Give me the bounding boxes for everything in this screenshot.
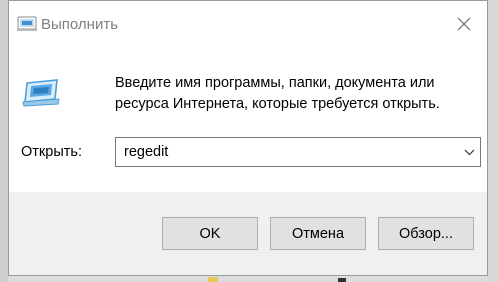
title-bar[interactable]: Выполнить: [9, 1, 487, 47]
dropdown-button[interactable]: [458, 138, 480, 166]
cancel-button[interactable]: Отмена: [270, 217, 366, 250]
open-input[interactable]: regedit: [124, 144, 168, 160]
open-label: Открыть:: [21, 144, 82, 160]
description-line-2: ресурса Интернета, которые требуется отк…: [115, 96, 440, 112]
close-button[interactable]: [441, 1, 487, 47]
button-bar: OK Отмена Обзор...: [9, 192, 487, 275]
ok-button[interactable]: OK: [162, 217, 258, 250]
close-icon: [457, 17, 471, 31]
window-title: Выполнить: [41, 16, 119, 33]
desktop-background-right: [488, 0, 498, 282]
open-combobox[interactable]: regedit: [115, 137, 481, 167]
chevron-down-icon: [464, 149, 474, 155]
desktop-background-left: [0, 0, 8, 282]
run-dialog: Выполнить Введите имя программы, папки, …: [8, 0, 488, 276]
browse-button[interactable]: Обзор...: [378, 217, 474, 250]
run-program-icon: [21, 77, 61, 107]
background-window-strip: [8, 276, 488, 282]
description-line-1: Введите имя программы, папки, документа …: [115, 75, 435, 91]
folder-icon: [208, 277, 218, 282]
run-app-icon: [16, 15, 38, 33]
background-glyph: [338, 278, 346, 282]
dialog-description: Введите имя программы, папки, документа …: [115, 73, 475, 115]
